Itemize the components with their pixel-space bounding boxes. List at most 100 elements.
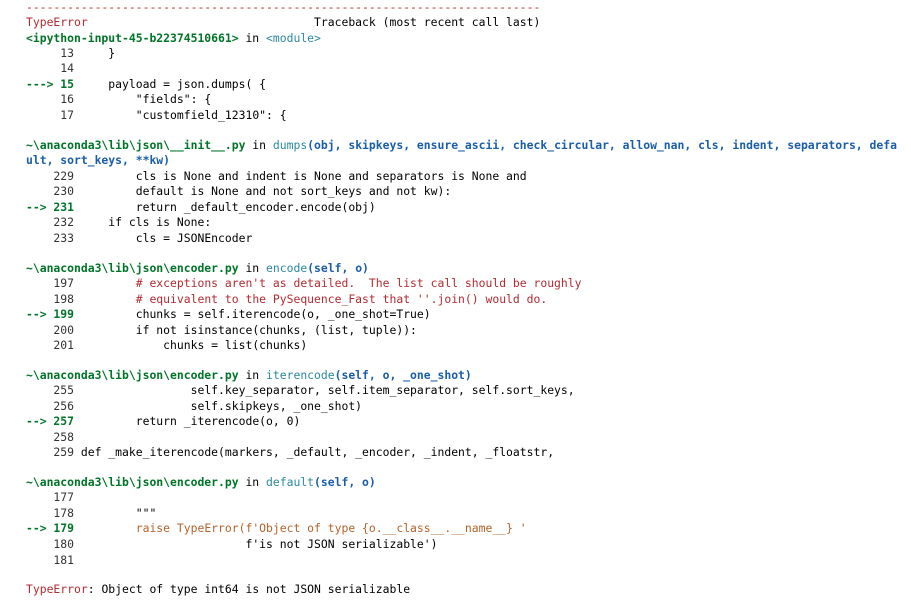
code-text: payload = json.dumps( { xyxy=(80,77,267,91)
current-code-line: --> 257 return _iterencode(o, 0) xyxy=(26,414,300,429)
line-number: 201 xyxy=(26,338,81,352)
code-line: 259 def _make_iterencode(markers, _defau… xyxy=(26,445,554,460)
frame-header: <ipython-input-45-b22374510661> in <modu… xyxy=(26,31,321,46)
code-line: 180 f'is not JSON serializable') xyxy=(26,537,437,552)
line-number: 232 xyxy=(26,215,81,229)
code-text: self.skipkeys, _one_shot) xyxy=(80,399,363,413)
code-text: chunks = list(chunks) xyxy=(80,338,308,352)
frame-function-name: encode xyxy=(266,261,308,275)
code-text: "customfield_12310": { xyxy=(80,108,287,122)
error-type: TypeError xyxy=(26,15,88,29)
line-number: --> 179 xyxy=(26,521,81,535)
code-text: return _iterencode(o, 0) xyxy=(80,414,301,428)
frame-in-word: in xyxy=(238,261,267,275)
code-text: cls = JSONEncoder xyxy=(80,231,253,245)
code-line: 177 xyxy=(26,490,81,505)
final-error-type: TypeError xyxy=(26,582,88,596)
code-line: 200 if not isinstance(chunks, (list, tup… xyxy=(26,323,417,338)
frame-header: ~\anaconda3\lib\json\encoder.py in itere… xyxy=(26,368,472,383)
code-line: 198 # equivalent to the PySequence_Fast … xyxy=(26,292,547,307)
current-code-line: ---> 15 payload = json.dumps( { xyxy=(26,77,266,92)
code-line: 181 xyxy=(26,553,81,568)
traceback-header: TypeError Traceback (most recent call la… xyxy=(26,15,540,30)
current-code-line: --> 231 return _default_encoder.encode(o… xyxy=(26,200,376,215)
line-number: 259 xyxy=(26,445,81,459)
frame-file-path: ~\anaconda3\lib\json\__init__.py xyxy=(26,138,246,152)
frame-in-word: in xyxy=(238,475,267,489)
frame-header: ~\anaconda3\lib\json\encoder.py in encod… xyxy=(26,261,369,276)
line-number: 177 xyxy=(26,490,81,504)
line-number: 256 xyxy=(26,399,81,413)
code-line: 233 cls = JSONEncoder xyxy=(26,231,252,246)
frame-header: ~\anaconda3\lib\json\encoder.py in defau… xyxy=(26,475,376,490)
code-line: 232 if cls is None: xyxy=(26,215,211,230)
code-text: default is None and not sort_keys and no… xyxy=(80,184,452,198)
code-line: 229 cls is None and indent is None and s… xyxy=(26,169,527,184)
code-line: 17 "customfield_12310": { xyxy=(26,108,287,123)
code-text: """ xyxy=(80,506,157,520)
code-text: cls is None and indent is None and separ… xyxy=(80,169,527,183)
line-number: 233 xyxy=(26,231,81,245)
frame-function-name: iterencode xyxy=(266,368,335,382)
code-text: } xyxy=(80,46,116,60)
code-text: # equivalent to the PySequence_Fast that… xyxy=(80,292,548,306)
current-code-line: --> 199 chunks = self.iterencode(o, _one… xyxy=(26,307,431,322)
frame-header: ~\anaconda3\lib\json\__init__.py in dump… xyxy=(26,138,897,153)
frame-function-args: (self, o) xyxy=(307,261,369,275)
final-error-line: TypeError: Object of type int64 is not J… xyxy=(26,582,410,597)
frame-function-name: <module> xyxy=(266,31,321,45)
frame-function-args: (obj, skipkeys, ensure_ascii, check_circ… xyxy=(307,138,897,152)
code-text: # exceptions aren't as detailed. The lis… xyxy=(80,276,582,290)
code-line: 197 # exceptions aren't as detailed. The… xyxy=(26,276,582,291)
frame-in-word: in xyxy=(238,368,267,382)
line-number: 200 xyxy=(26,323,81,337)
line-number: 13 xyxy=(26,46,81,60)
separator-line: ----------------------------------------… xyxy=(26,0,541,14)
line-number: 230 xyxy=(26,184,81,198)
line-number: 178 xyxy=(26,506,81,520)
code-text: raise TypeError(f'Object of type {o.__cl… xyxy=(80,521,527,535)
code-text: return _default_encoder.encode(obj) xyxy=(80,200,376,214)
code-line: 178 """ xyxy=(26,506,156,521)
frame-in-word: in xyxy=(245,138,273,152)
frame-file-path: ~\anaconda3\lib\json\encoder.py xyxy=(26,368,239,382)
line-number: 255 xyxy=(26,383,81,397)
line-number: 180 xyxy=(26,537,81,551)
code-line: 258 xyxy=(26,430,81,445)
line-number: --> 231 xyxy=(26,200,81,214)
frame-file-path: ~\anaconda3\lib\json\encoder.py xyxy=(26,261,239,275)
frame-file-path: ~\anaconda3\lib\json\encoder.py xyxy=(26,475,239,489)
code-line: 256 self.skipkeys, _one_shot) xyxy=(26,399,362,414)
line-number: 229 xyxy=(26,169,81,183)
final-error-message: : Object of type int64 is not JSON seria… xyxy=(87,582,411,596)
line-number: 258 xyxy=(26,430,81,444)
line-number: 197 xyxy=(26,276,81,290)
frame-function-args-continued: ult, sort_keys, **kw) xyxy=(26,153,171,167)
line-number: 17 xyxy=(26,108,81,122)
line-number: 181 xyxy=(26,553,81,567)
code-text: chunks = self.iterencode(o, _one_shot=Tr… xyxy=(80,307,431,321)
frame-function-args: (self, o) xyxy=(314,475,376,489)
frame-function-name: default xyxy=(266,475,315,489)
frame-function-name: dumps xyxy=(272,138,308,152)
code-line: 201 chunks = list(chunks) xyxy=(26,338,307,353)
frame-file-path: <ipython-input-45-b22374510661> xyxy=(26,31,239,45)
code-line: 16 "fields": { xyxy=(26,92,211,107)
code-line: 255 self.key_separator, self.item_separa… xyxy=(26,383,575,398)
code-text: "fields": { xyxy=(80,92,212,106)
current-code-line: --> 179 raise TypeError(f'Object of type… xyxy=(26,521,527,536)
code-text: def _make_iterencode(markers, _default, … xyxy=(80,445,555,459)
code-text: self.key_separator, self.item_separator,… xyxy=(80,383,575,397)
traceback-label: Traceback (most recent call last) xyxy=(87,15,541,29)
code-line: 14 xyxy=(26,61,81,76)
code-text: if cls is None: xyxy=(80,215,212,229)
line-number: --> 199 xyxy=(26,307,81,321)
code-line: 230 default is None and not sort_keys an… xyxy=(26,184,451,199)
code-text: if not isinstance(chunks, (list, tuple))… xyxy=(80,323,417,337)
traceback-output: ----------------------------------------… xyxy=(0,0,911,606)
frame-in-word: in xyxy=(238,31,267,45)
line-number: 16 xyxy=(26,92,81,106)
code-text: f'is not JSON serializable') xyxy=(80,537,438,551)
line-number: --> 257 xyxy=(26,414,81,428)
line-number: ---> 15 xyxy=(26,77,81,91)
